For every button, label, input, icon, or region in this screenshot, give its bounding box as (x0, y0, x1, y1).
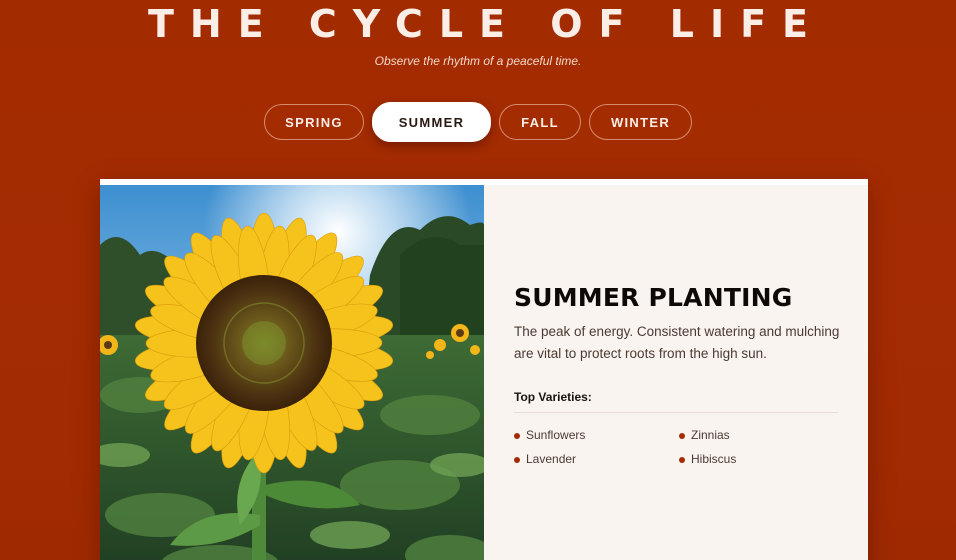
card-description: The peak of energy. Consistent watering … (514, 324, 840, 361)
tab-spring[interactable]: SPRING (264, 104, 364, 140)
variety-label: Sunflowers (526, 428, 586, 442)
tab-winter[interactable]: WINTER (589, 104, 692, 140)
list-item: Zinnias (679, 428, 844, 443)
tab-summer[interactable]: SUMMER (372, 102, 491, 142)
season-tabs: SPRING SUMMER FALL WINTER (0, 102, 956, 142)
season-card: SUMMER PLANTING The peak of energy. Cons… (100, 179, 868, 560)
list-item: Sunflowers (514, 428, 679, 443)
variety-label: Hibiscus (691, 452, 737, 466)
varieties-label: Top Varieties: (514, 390, 838, 413)
page-subtitle: Observe the rhythm of a peaceful time. (374, 54, 582, 68)
list-item: Hibiscus (679, 452, 844, 467)
bullet-icon (514, 456, 520, 463)
bullet-icon (679, 456, 685, 463)
tab-fall[interactable]: FALL (499, 104, 581, 140)
page-title: THE CYCLE OF LIFE (147, 2, 824, 46)
varieties-list: Sunflowers Zinnias Lavender Hibiscus (514, 428, 844, 467)
card-content: SUMMER PLANTING The peak of energy. Cons… (484, 185, 868, 560)
bullet-icon (679, 432, 685, 439)
variety-label: Lavender (526, 452, 577, 466)
variety-label: Zinnias (691, 428, 730, 442)
bullet-icon (514, 432, 520, 439)
sunflower-image (100, 185, 484, 560)
page: THE CYCLE OF LIFE Observe the rhythm of … (0, 0, 956, 560)
card-heading: SUMMER PLANTING (514, 283, 793, 312)
list-item: Lavender (514, 452, 679, 467)
